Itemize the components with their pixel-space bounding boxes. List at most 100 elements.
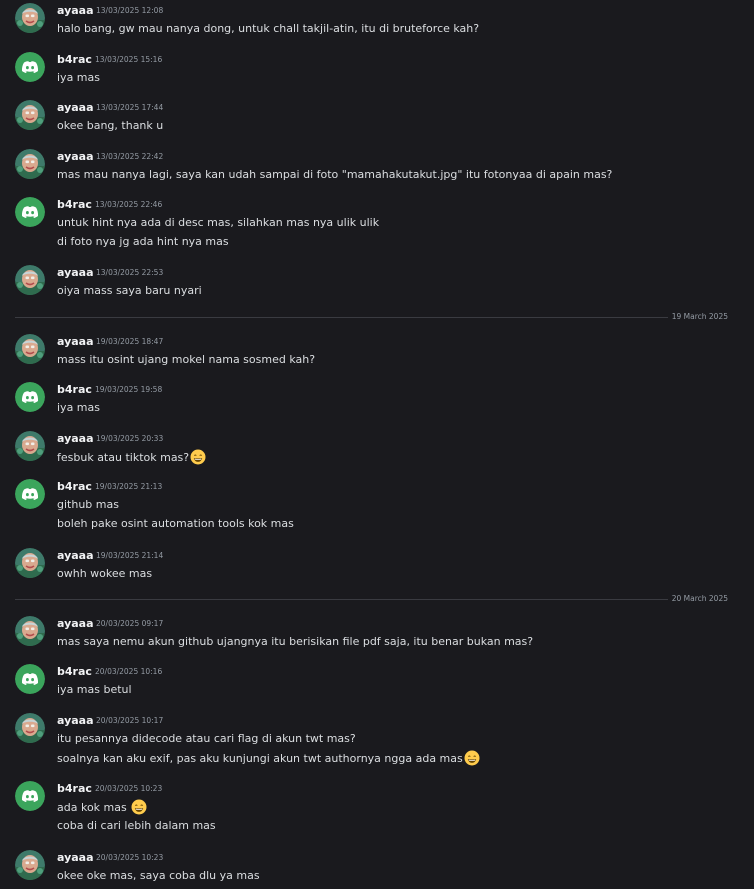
author-name[interactable]: b4rac [57,479,92,494]
user-avatar[interactable] [15,52,45,82]
message-timestamp: 13/03/2025 22:42 [96,152,164,161]
message-text: mass itu osint ujang mokel nama sosmed k… [57,353,316,366]
author-name[interactable]: ayaaa [57,149,94,164]
message-line: github mas [57,497,119,512]
date-divider [15,599,732,600]
chat-message: ayaaa 20/03/2025 09:17 mas saya nemu akun … [0,616,754,653]
message-line: owhh wokee mas [57,566,152,581]
grinning-face-emoji-icon [131,799,147,815]
author-name[interactable]: ayaaa [57,3,94,18]
user-avatar[interactable] [15,265,45,295]
chat-message: ayaaa 13/03/2025 22:42 mas mau nanya lagi,… [0,149,754,186]
message-text: coba di cari lebih dalam mas [57,819,216,832]
message-text: okee oke mas, saya coba dlu ya mas [57,869,260,882]
photo-avatar-icon [15,616,45,646]
author-name[interactable]: ayaaa [57,334,94,349]
message-line: ada kok mas [57,799,147,815]
chat-message: b4rac 20/03/2025 10:16 iya mas betul [0,664,754,701]
message-text: fesbuk atau tiktok mas? [57,451,190,464]
user-avatar[interactable] [15,850,45,880]
author-name[interactable]: b4rac [57,52,92,67]
author-name[interactable]: ayaaa [57,431,94,446]
author-name[interactable]: ayaaa [57,850,94,865]
user-avatar[interactable] [15,100,45,130]
message-text: boleh pake osint automation tools kok ma… [57,517,294,530]
chat-message: b4rac 20/03/2025 10:23 ada kok mas coba di… [0,781,754,837]
message-line: oiya mass saya baru nyari [57,283,202,298]
author-name[interactable]: b4rac [57,197,92,212]
user-avatar[interactable] [15,479,45,509]
chat-message: ayaaa 13/03/2025 17:44 okee bang, thank u [0,100,754,137]
chat-message: ayaaa 20/03/2025 10:17 itu pesannya dideco… [0,713,754,769]
message-timestamp: 19/03/2025 21:14 [96,551,164,560]
user-avatar[interactable] [15,431,45,461]
message-timestamp: 13/03/2025 12:08 [96,6,164,15]
chat-message: b4rac 19/03/2025 19:58 iya mas [0,382,754,419]
user-avatar[interactable] [15,713,45,743]
chat-message: ayaaa 19/03/2025 18:47 mass itu osint ujan… [0,334,754,371]
message-text: iya mas betul [57,683,132,696]
message-timestamp: 20/03/2025 10:23 [95,784,163,793]
chat-message: ayaaa 19/03/2025 21:14 owhh wokee mas [0,548,754,585]
photo-avatar-icon [15,334,45,364]
user-avatar[interactable] [15,382,45,412]
photo-avatar-icon [15,149,45,179]
chat-message: ayaaa 19/03/2025 20:33 fesbuk atau tiktok … [0,431,754,468]
date-divider-label: 19 March 2025 [667,311,732,323]
user-avatar[interactable] [15,548,45,578]
author-name[interactable]: ayaaa [57,265,94,280]
message-text: github mas [57,498,119,511]
user-avatar[interactable] [15,616,45,646]
photo-avatar-icon [15,265,45,295]
message-line: fesbuk atau tiktok mas? [57,449,206,465]
chat-message: ayaaa 13/03/2025 22:53 oiya mass saya baru… [0,265,754,302]
user-avatar[interactable] [15,149,45,179]
photo-avatar-icon [15,431,45,461]
discord-logo-icon [15,664,45,694]
message-text: ada kok mas [57,801,131,814]
message-text: di foto nya jg ada hint nya mas [57,235,229,248]
user-avatar[interactable] [15,664,45,694]
photo-avatar-icon [15,3,45,33]
date-divider-label: 20 March 2025 [667,593,732,605]
chat-message: b4rac 13/03/2025 15:16 iya mas [0,52,754,89]
message-line: boleh pake osint automation tools kok ma… [57,516,294,531]
message-line: coba di cari lebih dalam mas [57,818,216,833]
message-text: iya mas [57,401,100,414]
message-line: halo bang, gw mau nanya dong, untuk chal… [57,21,479,36]
message-line: mas saya nemu akun github ujangnya itu b… [57,634,533,649]
message-timestamp: 19/03/2025 21:13 [95,482,163,491]
message-text: mas saya nemu akun github ujangnya itu b… [57,635,534,648]
message-line: untuk hint nya ada di desc mas, silahkan… [57,215,379,230]
message-text: itu pesannya didecode atau cari flag di … [57,732,356,745]
author-name[interactable]: ayaaa [57,548,94,563]
author-name[interactable]: ayaaa [57,100,94,115]
message-timestamp: 19/03/2025 20:33 [96,434,164,443]
chat-message-list[interactable]: ayaaa 13/03/2025 12:08 halo bang, gw mau n… [0,0,754,889]
user-avatar[interactable] [15,197,45,227]
author-name[interactable]: b4rac [57,781,92,796]
author-name[interactable]: ayaaa [57,616,94,631]
author-name[interactable]: b4rac [57,664,92,679]
discord-logo-icon [15,52,45,82]
message-line: okee oke mas, saya coba dlu ya mas [57,868,260,883]
user-avatar[interactable] [15,3,45,33]
message-text: okee bang, thank u [57,119,164,132]
message-timestamp: 13/03/2025 17:44 [96,103,164,112]
discord-logo-icon [15,781,45,811]
message-timestamp: 20/03/2025 09:17 [96,619,164,628]
chat-message: ayaaa 13/03/2025 12:08 halo bang, gw mau n… [0,3,754,40]
message-line: mass itu osint ujang mokel nama sosmed k… [57,352,315,367]
chat-message: ayaaa 20/03/2025 10:23 okee oke mas, saya … [0,850,754,887]
author-name[interactable]: ayaaa [57,713,94,728]
message-text: owhh wokee mas [57,567,153,580]
user-avatar[interactable] [15,334,45,364]
user-avatar[interactable] [15,781,45,811]
message-line: okee bang, thank u [57,118,163,133]
discord-logo-icon [15,479,45,509]
message-timestamp: 13/03/2025 15:16 [95,55,163,64]
message-timestamp: 13/03/2025 22:53 [96,268,164,277]
photo-avatar-icon [15,100,45,130]
message-line: di foto nya jg ada hint nya mas [57,234,229,249]
author-name[interactable]: b4rac [57,382,92,397]
